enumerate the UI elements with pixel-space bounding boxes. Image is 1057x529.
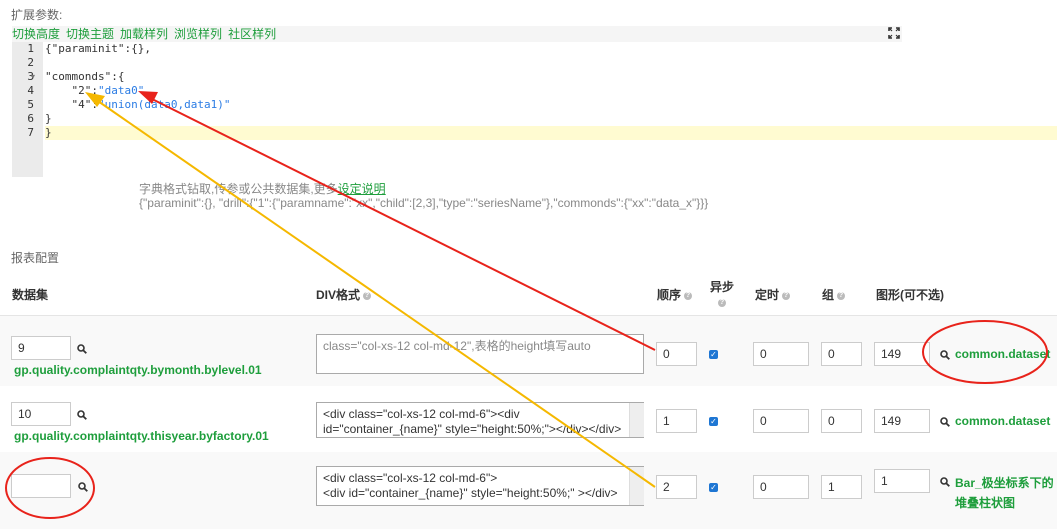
red-circle-annotation <box>5 457 95 519</box>
yellow-arrow-annotation <box>94 98 656 488</box>
red-arrow-head <box>138 91 158 104</box>
red-circle-annotation <box>922 320 1048 384</box>
annotation-overlay <box>5 91 1048 519</box>
